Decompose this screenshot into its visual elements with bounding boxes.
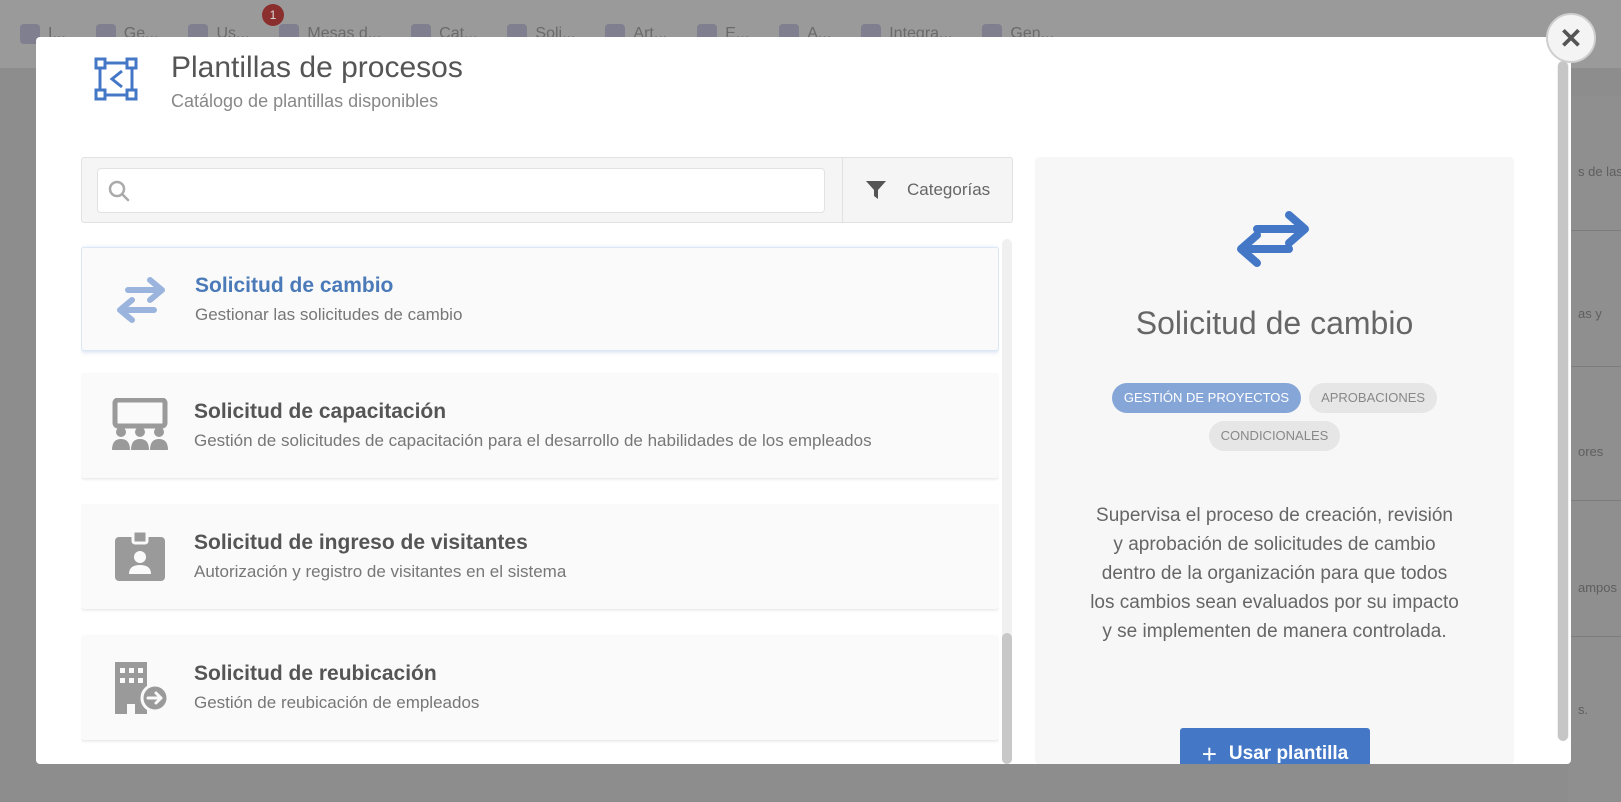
tag-condicionales[interactable]: CONDICIONALES <box>1208 421 1341 451</box>
template-description: Gestión de reubicación de empleados <box>194 693 480 712</box>
arrows-exchange-icon <box>117 277 165 323</box>
divider <box>1568 366 1621 367</box>
template-detail-panel: Solicitud de cambio GESTIÓN DE PROYECTOS… <box>1035 157 1514 764</box>
detail-tags: GESTIÓN DE PROYECTOS APROBACIONES CONDIC… <box>1095 383 1454 451</box>
categories-label: Categorías <box>907 180 991 199</box>
templates-list: Solicitud de cambio Gestionar las solici… <box>81 239 999 764</box>
modal-title: Plantillas de procesos <box>171 51 463 84</box>
template-description: Autorización y registro de visitantes en… <box>194 562 567 581</box>
search-icon <box>108 180 130 202</box>
training-board-icon <box>112 398 168 450</box>
modal-subtitle: Catálogo de plantillas disponibles <box>171 91 439 111</box>
background-content: s de las as y ores ampos s. <box>1568 96 1621 802</box>
tag-gestion-de-proyectos[interactable]: GESTIÓN DE PROYECTOS <box>1111 383 1302 413</box>
notification-badge: 1 <box>262 4 284 26</box>
list-scrollbar-thumb[interactable] <box>1002 633 1012 764</box>
process-template-icon <box>94 57 138 101</box>
background-text: as y <box>1578 306 1602 321</box>
detail-description: Supervisa el proceso de creación, revisi… <box>1090 505 1459 642</box>
use-template-button[interactable]: + Usar plantilla <box>1180 728 1370 764</box>
close-icon: ✕ <box>1559 22 1583 54</box>
template-description: Gestionar las solicitudes de cambio <box>195 305 463 324</box>
use-template-label: Usar plantilla <box>1228 743 1349 764</box>
tag-aprobaciones[interactable]: APROBACIONES <box>1309 383 1438 413</box>
template-card-solicitud-de-reubicacion[interactable]: Solicitud de reubicación Gestión de reub… <box>81 636 999 740</box>
template-card-solicitud-de-capacitacion[interactable]: Solicitud de capacitación Gestión de sol… <box>81 374 999 478</box>
background-text: s. <box>1578 702 1589 717</box>
divider <box>1568 636 1621 637</box>
divider <box>1568 230 1621 231</box>
template-title: Solicitud de reubicación <box>194 662 437 685</box>
categories-filter-button[interactable]: Categorías <box>842 158 1013 222</box>
modal-scrollbar-thumb[interactable] <box>1558 61 1568 741</box>
template-title: Solicitud de capacitación <box>194 400 447 423</box>
id-badge-icon <box>115 529 165 581</box>
divider <box>1568 500 1621 501</box>
background-text: ampos <box>1578 580 1618 595</box>
close-button[interactable]: ✕ <box>1546 13 1596 63</box>
templates-modal: Plantillas de procesos Catálogo de plant… <box>36 37 1571 764</box>
detail-title: Solicitud de cambio <box>1135 305 1414 341</box>
template-card-solicitud-de-cambio[interactable]: Solicitud de cambio Gestionar las solici… <box>81 247 999 351</box>
background-text: ores <box>1578 444 1604 459</box>
template-title: Solicitud de ingreso de visitantes <box>194 531 528 554</box>
search-input[interactable] <box>97 168 825 213</box>
background-text: s de las <box>1578 164 1621 179</box>
template-card-solicitud-de-ingreso-de-visitantes[interactable]: Solicitud de ingreso de visitantes Autor… <box>81 505 999 609</box>
template-title: Solicitud de cambio <box>195 274 394 297</box>
plus-icon: + <box>1201 739 1217 764</box>
template-description: Gestión de solicitudes de capacitación p… <box>194 431 872 450</box>
arrows-exchange-icon <box>1237 211 1309 267</box>
search-bar: Categorías <box>81 157 1013 223</box>
building-relocate-icon <box>115 662 170 714</box>
filter-icon <box>866 181 886 199</box>
